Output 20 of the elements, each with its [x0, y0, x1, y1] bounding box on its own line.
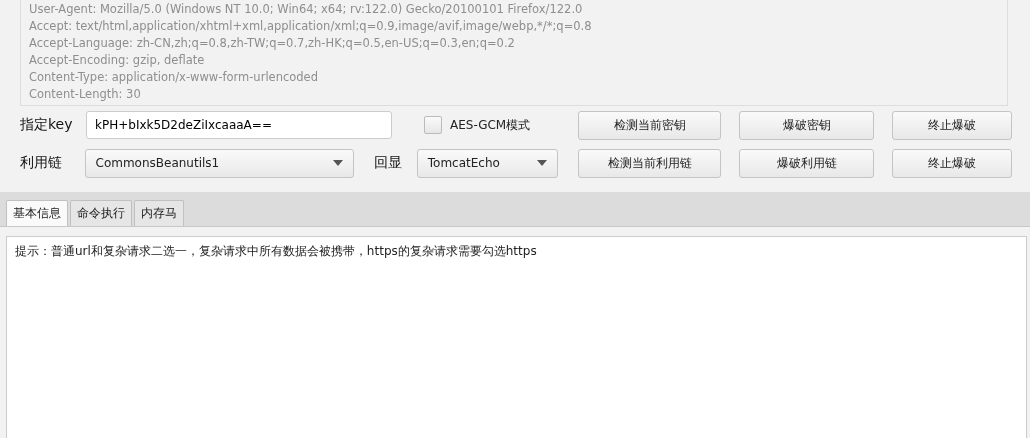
gadget-action-button[interactable]: 检测当前利用链 — [578, 148, 721, 178]
key-input[interactable]: kPH+bIxk5D2deZiIxcaaaA== — [86, 111, 392, 139]
gadget-action-button[interactable]: 爆破利用链 — [739, 148, 874, 178]
tab[interactable]: 内存马 — [134, 200, 184, 226]
key-label: 指定key — [20, 116, 74, 134]
aes-gcm-checkbox[interactable] — [424, 116, 442, 134]
key-action-button[interactable]: 爆破密钥 — [739, 110, 874, 140]
caret-icon — [537, 160, 547, 166]
echo-label: 回显 — [373, 154, 403, 172]
caret-icon — [332, 160, 343, 166]
gadget-dropdown[interactable]: CommonsBeanutils1 — [84, 148, 354, 178]
gadget-action-button[interactable]: 终止爆破 — [892, 148, 1012, 178]
echo-dropdown[interactable]: TomcatEcho — [416, 148, 558, 178]
gadget-label: 利用链 — [20, 154, 63, 172]
key-action-button[interactable]: 终止爆破 — [892, 110, 1012, 140]
key-action-button[interactable]: 检测当前密钥 — [578, 110, 721, 140]
hint-text: 提示：普通url和复杂请求二选一，复杂请求中所有数据会被携带，https的复杂请求需要勾选https — [15, 243, 538, 260]
tab[interactable]: 命令执行 — [70, 200, 132, 226]
tab[interactable]: 基本信息 — [6, 200, 68, 226]
aes-gcm-label: AES-GCM模式 — [450, 116, 531, 134]
